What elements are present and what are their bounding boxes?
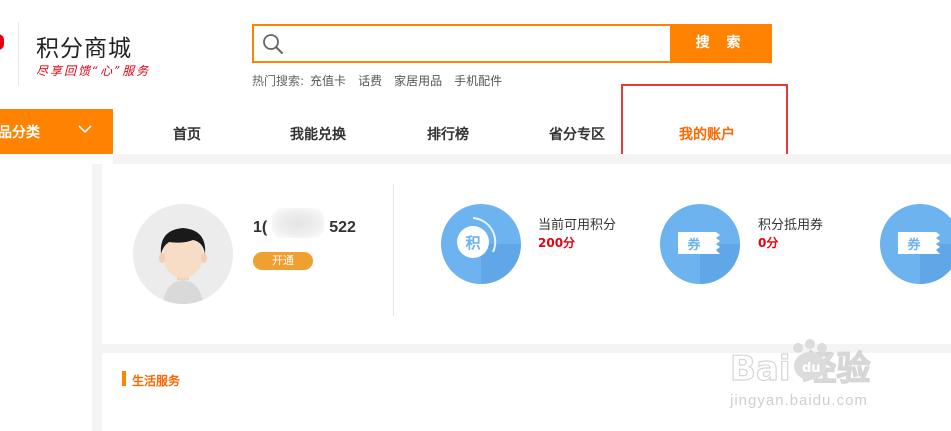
hot-search-link[interactable]: 家居用品 — [394, 72, 442, 89]
redaction-blur — [272, 208, 324, 238]
nav-item-my-account[interactable]: 我的账户 — [679, 124, 735, 144]
search-input[interactable] — [290, 26, 668, 61]
life-service-title: 生活服务 — [132, 374, 181, 388]
coupon-icon: 券 — [880, 204, 951, 284]
left-gutter — [0, 164, 92, 431]
nav-item-ranking[interactable]: 排行榜 — [427, 124, 469, 144]
avatar — [133, 204, 233, 304]
category-menu-button[interactable]: 品分类 — [0, 109, 113, 154]
activate-button[interactable]: 开通 — [253, 252, 313, 270]
search-icon — [263, 34, 283, 54]
watermark-paw-text: du — [802, 361, 821, 376]
nav-item-home[interactable]: 首页 — [173, 124, 201, 144]
nav-item-redeemable[interactable]: 我能兑换 — [290, 124, 346, 144]
user-id-suffix: 522 — [329, 219, 356, 236]
logo-divider — [18, 22, 19, 86]
nav-separator — [113, 154, 951, 164]
points-icon-char: 积 — [465, 234, 480, 252]
coupon-icon: 券 — [660, 204, 740, 284]
user-id-prefix: 1( — [253, 219, 268, 236]
watermark-url: jingyan.baidu.com — [730, 392, 868, 409]
avatar-icon — [133, 204, 233, 304]
card-divider — [393, 184, 394, 316]
category-label: 品分类 — [0, 125, 40, 141]
hot-search-label: 热门搜索: — [252, 74, 305, 88]
coupon-icon-char: 券 — [686, 237, 701, 253]
search-box — [252, 24, 672, 63]
site-title[interactable]: 积分商城 — [36, 29, 132, 63]
chevron-down-icon — [78, 125, 92, 134]
site-slogan: 尽享回馈“心”服务 — [36, 64, 151, 78]
hot-search: 热门搜索: 充值卡 话费 家居用品 手机配件 — [252, 72, 502, 89]
hot-search-link[interactable]: 手机配件 — [454, 72, 502, 89]
section-marker — [122, 371, 126, 386]
search-button[interactable]: 搜 索 — [670, 24, 772, 63]
available-points-label: 当前可用积分 — [538, 218, 617, 233]
hot-search-link[interactable]: 话费 — [358, 72, 382, 89]
coupon-icon-char: 券 — [906, 237, 921, 253]
logo-mark — [0, 34, 4, 50]
hot-search-link[interactable]: 充值卡 — [310, 72, 346, 89]
available-points-value: 200分 — [538, 236, 576, 250]
coupon-value: 0分 — [758, 236, 779, 250]
nav-item-province-zone[interactable]: 省分专区 — [549, 124, 605, 144]
points-icon: 积 — [441, 204, 521, 284]
coupon-label: 积分抵用券 — [758, 218, 824, 233]
